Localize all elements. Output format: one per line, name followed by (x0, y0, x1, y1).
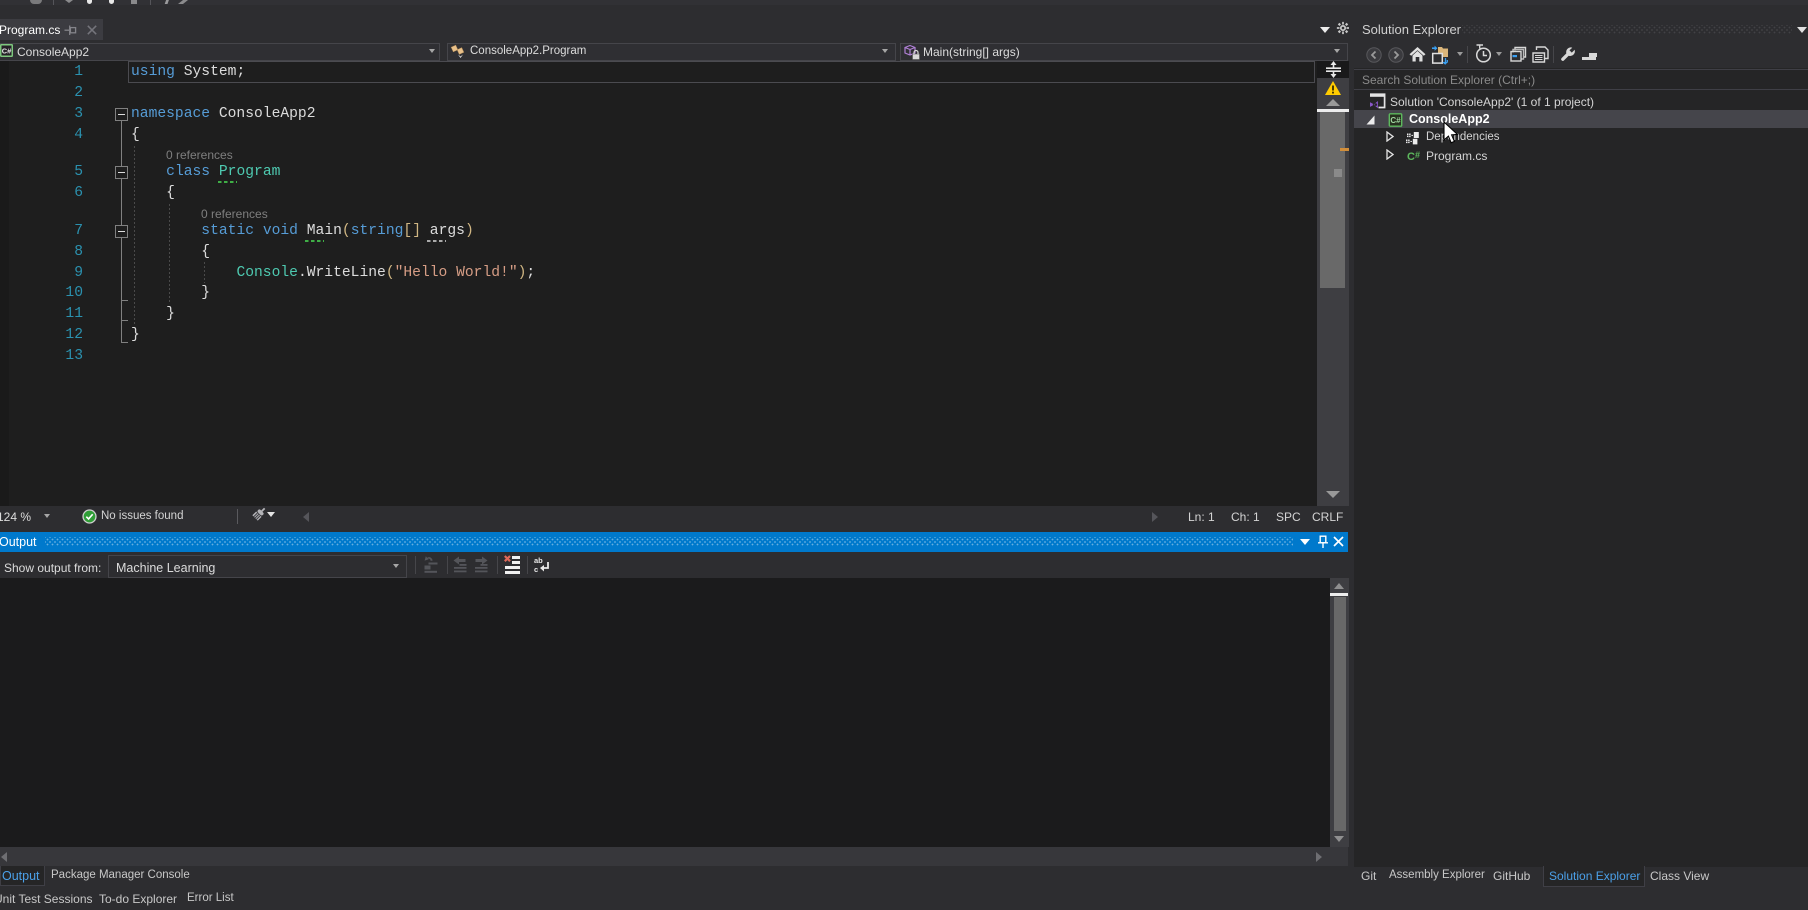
svg-text:C#: C# (2, 46, 11, 55)
svg-text:C#: C# (1390, 116, 1401, 125)
svg-text:C: C (1407, 151, 1415, 163)
svg-text:ab: ab (534, 556, 543, 565)
svg-text:c: c (534, 565, 538, 574)
svg-text:#: # (1415, 150, 1420, 160)
